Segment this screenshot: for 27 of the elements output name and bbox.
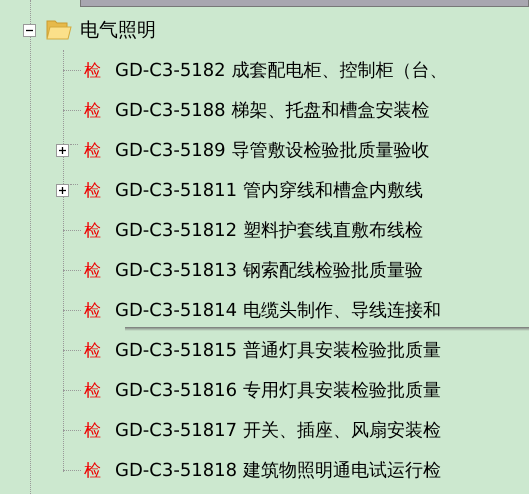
inspection-label: 检 bbox=[84, 140, 101, 162]
inspection-label: 检 bbox=[84, 300, 101, 322]
expand-icon[interactable] bbox=[56, 144, 69, 156]
inspection-label: 检 bbox=[84, 340, 101, 362]
inspection-label: 检 bbox=[84, 60, 101, 82]
inspection-label: 检 bbox=[84, 420, 101, 442]
tree-item[interactable]: GD-C3-51816 专用灯具安装检验批质量 bbox=[115, 378, 441, 402]
tree-item[interactable]: GD-C3-5188 梯架、托盘和槽盒安装检 bbox=[115, 98, 430, 122]
tree-item[interactable]: GD-C3-51818 建筑物照明通电试运行检 bbox=[115, 458, 441, 482]
inspection-label: 检 bbox=[84, 380, 101, 402]
tree-item[interactable]: GD-C3-51817 开关、插座、风扇安装检 bbox=[115, 418, 441, 442]
tree-item[interactable]: GD-C3-5189 导管敷设检验批质量验收 bbox=[115, 138, 430, 162]
tree-item[interactable]: GD-C3-51813 钢索配线检验批质量验 bbox=[115, 258, 423, 282]
tree-item[interactable]: GD-C3-51811 管内穿线和槽盒内敷线 bbox=[115, 178, 423, 202]
inspection-label: 检 bbox=[84, 180, 101, 202]
inspection-label: 检 bbox=[84, 100, 101, 122]
tree-item[interactable]: GD-C3-5182 成套配电柜、控制柜（台、 bbox=[115, 58, 448, 82]
inspection-label: 检 bbox=[84, 260, 101, 282]
tree-item[interactable]: GD-C3-51812 塑料护套线直敷布线检 bbox=[115, 218, 423, 242]
folder-icon bbox=[46, 18, 72, 42]
collapse-icon[interactable] bbox=[23, 24, 36, 36]
inspection-label: 检 bbox=[84, 460, 101, 482]
expand-icon[interactable] bbox=[56, 184, 69, 196]
tree-item[interactable]: GD-C3-51814 电缆头制作、导线连接和 bbox=[115, 298, 441, 322]
inspection-label: 检 bbox=[84, 220, 101, 242]
tree-node-label[interactable]: 电气照明 bbox=[80, 17, 156, 43]
tree-item[interactable]: GD-C3-51815 普通灯具安装检验批质量 bbox=[115, 338, 441, 362]
